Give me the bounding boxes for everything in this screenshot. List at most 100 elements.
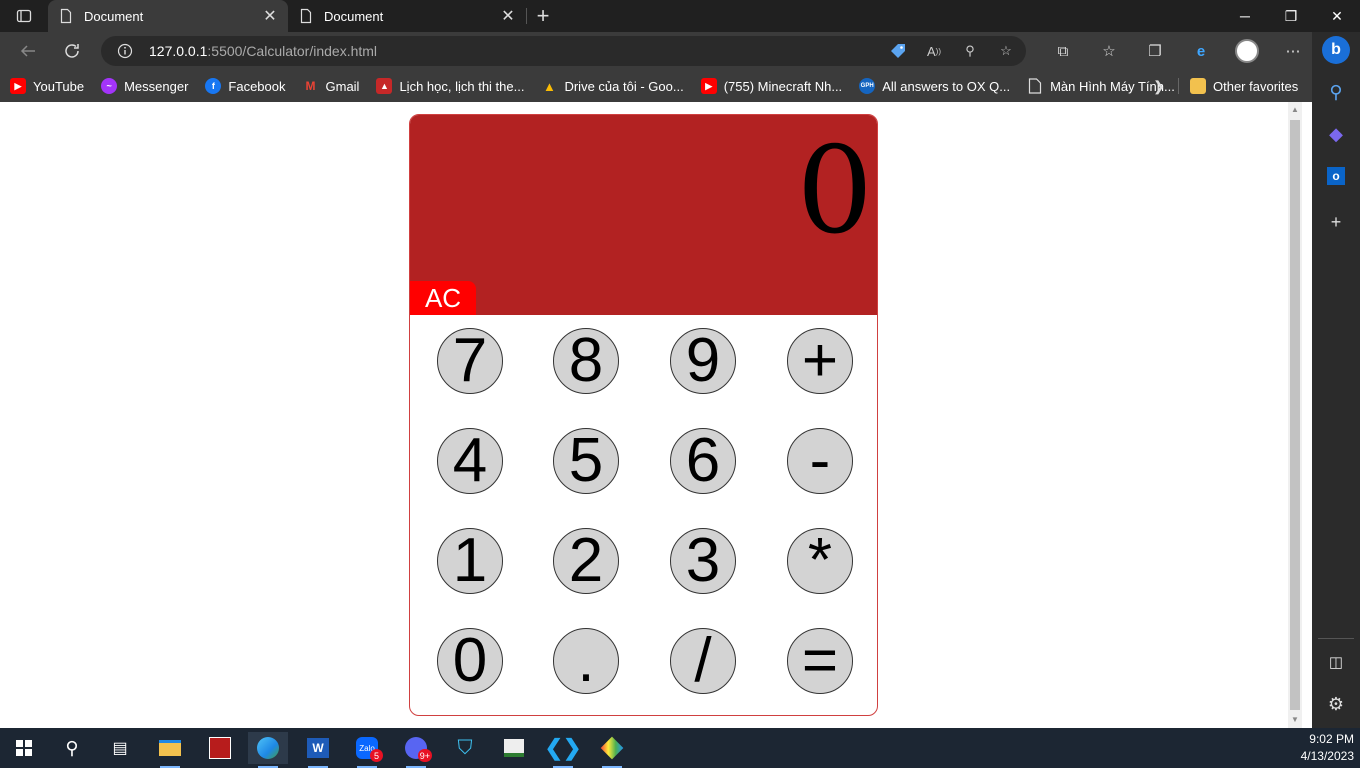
minimize-button[interactable]: ─	[1222, 0, 1268, 32]
edge-sidebar: b ⚲ ◆ o + ◫ ⚙	[1312, 32, 1360, 728]
tab-document-active[interactable]: Document ✕	[48, 0, 288, 32]
sidebar-settings-button[interactable]: ⚙	[1320, 688, 1352, 720]
sidebar-copilot-button[interactable]: ◆	[1320, 118, 1352, 150]
key-divide[interactable]: /	[670, 628, 736, 694]
key-equals[interactable]: =	[787, 628, 853, 694]
youtube-icon: ▶	[10, 78, 26, 94]
taskbar-edge[interactable]	[248, 732, 288, 768]
hide-sidebar-button[interactable]: ◫	[1320, 646, 1352, 678]
add-favorite-icon[interactable]: ☆	[996, 41, 1016, 61]
zoom-icon[interactable]: ⚲	[960, 41, 980, 61]
key-multiply[interactable]: *	[787, 528, 853, 594]
calculator: 0 AC 7 8 9 + 4 5 6 - 1 2 3 * 0 . / =	[409, 114, 878, 716]
favorite-label: Drive của tôi - Goo...	[564, 78, 684, 94]
tab-separator	[526, 8, 527, 24]
other-favorites[interactable]: Other favorites	[1190, 70, 1298, 102]
taskbar-app[interactable]	[494, 732, 534, 764]
favorite-messenger[interactable]: ~ Messenger	[101, 78, 188, 94]
favorite-youtube[interactable]: ▶ YouTube	[10, 78, 84, 94]
plus-icon: +	[1330, 211, 1342, 232]
key-decimal[interactable]: .	[553, 628, 619, 694]
address-bar[interactable]: 127.0.0.1:5500/Calculator/index.html A))…	[101, 36, 1026, 66]
document-icon	[58, 8, 74, 24]
key-6[interactable]: 6	[670, 428, 736, 494]
taskbar-vscode[interactable]: ❮❯	[543, 732, 583, 768]
new-tab-button[interactable]: +	[530, 3, 556, 29]
clock-time: 9:02 PM	[1309, 732, 1354, 746]
key-minus[interactable]: -	[787, 428, 853, 494]
key-1[interactable]: 1	[437, 528, 503, 594]
favorites-separator	[1178, 78, 1179, 94]
favorite-minecraft[interactable]: ▶ (755) Minecraft Nh...	[700, 78, 842, 94]
taskbar-file-explorer[interactable]	[150, 732, 190, 768]
task-view-button[interactable]: ▤	[100, 732, 140, 764]
restore-button[interactable]: ❐	[1268, 0, 1314, 32]
scroll-up-icon[interactable]: ▲	[1291, 106, 1299, 114]
calculator-display: 0 AC	[410, 115, 877, 315]
favorite-schedule[interactable]: ▲ Lịch học, lịch thi the...	[376, 78, 524, 94]
clear-button[interactable]: AC	[410, 281, 476, 315]
key-3[interactable]: 3	[670, 528, 736, 594]
chevron-right-icon[interactable]: ❯	[1153, 78, 1165, 95]
favorites-icon[interactable]: ☆	[1086, 36, 1132, 66]
page-scrollbar[interactable]: ▲ ▼	[1288, 102, 1302, 728]
close-window-button[interactable]: ✕	[1314, 0, 1360, 32]
page-icon	[1027, 78, 1043, 94]
sidebar-outlook-button[interactable]: o	[1320, 160, 1352, 192]
taskbar-word[interactable]: W	[298, 732, 338, 768]
collections-icon[interactable]: ❐	[1132, 36, 1178, 66]
display-value: 0	[796, 122, 873, 261]
word-icon: W	[307, 738, 329, 758]
key-2[interactable]: 2	[553, 528, 619, 594]
favorite-drive[interactable]: ▲ Drive của tôi - Goo...	[541, 78, 684, 94]
key-9[interactable]: 9	[670, 328, 736, 394]
key-8[interactable]: 8	[553, 328, 619, 394]
favorite-label: All answers to OX Q...	[882, 78, 1011, 94]
site-info-icon[interactable]	[117, 43, 133, 59]
taskbar-vpn[interactable]: ⛉	[445, 732, 485, 764]
sidebar-add-button[interactable]: +	[1320, 206, 1352, 238]
toolbar-icons: ⧉ ☆ ❐ e ⋯	[1040, 36, 1316, 66]
app-icon	[504, 739, 524, 757]
git-icon	[600, 736, 624, 760]
key-5[interactable]: 5	[553, 428, 619, 494]
bing-chat-button[interactable]: b	[1320, 34, 1352, 66]
key-7[interactable]: 7	[437, 328, 503, 394]
taskbar-discord[interactable]: 9+	[396, 732, 436, 768]
extensions-icon[interactable]: ⧉	[1040, 36, 1086, 66]
scroll-down-icon[interactable]: ▼	[1291, 716, 1299, 724]
edge-bar-icon[interactable]: e	[1178, 36, 1224, 66]
key-plus[interactable]: +	[787, 328, 853, 394]
taskbar-git[interactable]	[592, 732, 632, 768]
close-tab-icon[interactable]: ✕	[262, 8, 278, 25]
key-4[interactable]: 4	[437, 428, 503, 494]
windows-icon	[16, 740, 32, 756]
favorite-gmail[interactable]: M Gmail	[303, 78, 360, 94]
back-button[interactable]	[13, 36, 43, 66]
game-icon	[209, 737, 231, 759]
shopping-tag-icon[interactable]	[888, 41, 908, 61]
key-0[interactable]: 0	[437, 628, 503, 694]
windows-taskbar: ⚲ ▤ W Zalo 5 9+ ⛉ ❮❯ 9:02 PM 4/13/2023	[0, 728, 1360, 768]
tab-actions-button[interactable]	[0, 0, 48, 32]
messenger-icon: ~	[101, 78, 118, 94]
system-clock[interactable]: 9:02 PM 4/13/2023	[1301, 731, 1354, 765]
profile-avatar[interactable]	[1224, 36, 1270, 66]
sidebar-search-button[interactable]: ⚲	[1320, 76, 1352, 108]
close-tab-icon[interactable]: ✕	[500, 8, 516, 25]
scrollbar-thumb[interactable]	[1290, 120, 1300, 710]
favorite-label: YouTube	[33, 78, 85, 94]
start-button[interactable]	[4, 732, 44, 764]
vscode-icon: ❮❯	[544, 735, 582, 760]
window-controls: ─ ❐ ✕	[1222, 0, 1360, 32]
read-aloud-icon[interactable]: A))	[924, 41, 944, 61]
taskbar-zalo[interactable]: Zalo 5	[347, 732, 387, 768]
favorite-facebook[interactable]: f Facebook	[205, 78, 286, 94]
more-menu-icon[interactable]: ⋯	[1270, 36, 1316, 66]
drive-icon: ▲	[543, 78, 556, 94]
refresh-button[interactable]	[57, 36, 87, 66]
taskbar-game[interactable]	[200, 732, 240, 764]
taskbar-search-button[interactable]: ⚲	[52, 732, 92, 764]
favorite-ox-answers[interactable]: GPH All answers to OX Q...	[859, 78, 1010, 94]
tab-document[interactable]: Document ✕	[288, 0, 526, 32]
